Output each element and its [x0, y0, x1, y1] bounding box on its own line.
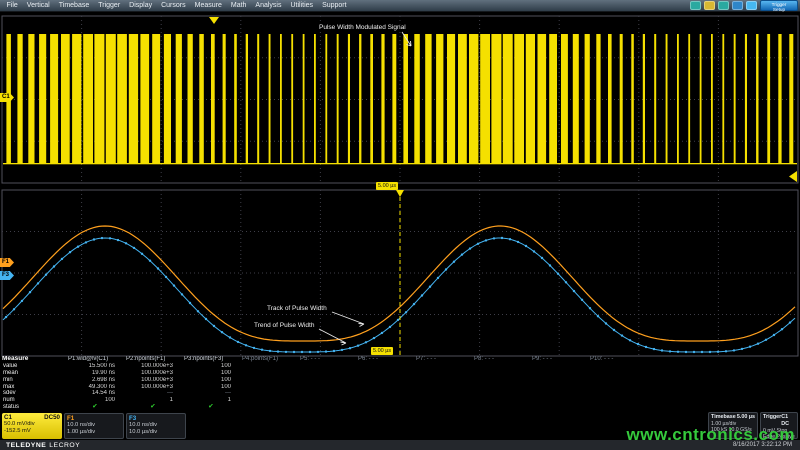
toolbar: Trigger Setup [690, 0, 798, 11]
menu-item-cursors[interactable]: Cursors [157, 0, 191, 12]
f3-trend-waveform [3, 238, 795, 352]
f3-vertical-scale: 10.0 ns/div [129, 422, 183, 429]
measure-table: MeasureP1:wid@lv(C1)P2:npoints(F1)P3:npo… [2, 356, 646, 411]
measure-cell-p3-value: 100 [182, 363, 240, 370]
menu-item-measure[interactable]: Measure [190, 0, 226, 12]
measure-col-header-p1[interactable]: P1:wid@lv(C1) [66, 356, 124, 363]
measure-cell-p1-num: 100 [66, 397, 124, 404]
menu-item-analysis[interactable]: Analysis [251, 0, 286, 12]
c1-volts-per-div: 50.0 mV/div [4, 421, 60, 428]
toolbar-icon-1[interactable] [690, 1, 701, 10]
measure-cell-p3-sdev: --- [182, 390, 240, 397]
measure-row-label-min: min [2, 377, 66, 384]
measure-cell-p3-status: ✔ [182, 404, 240, 411]
menu-bar: FileVerticalTimebaseTriggerDisplayCursor… [0, 0, 800, 12]
f3-trend-points [5, 237, 791, 353]
measure-col-header-p8[interactable]: P8: - - - [472, 356, 530, 363]
trigger-setup-button[interactable]: Trigger Setup [760, 0, 798, 11]
menu-item-display[interactable]: Display [125, 0, 157, 12]
measure-cell-p3-max: 100 [182, 384, 240, 391]
toolbar-icon-4[interactable] [732, 1, 743, 10]
f1-horizontal-scale: 1.00 µs/div [67, 429, 121, 436]
menu-item-utilities[interactable]: Utilities [286, 0, 318, 12]
trigger-time-marker[interactable] [209, 17, 219, 24]
teledyne-lecroy-logo: TELEDYNELECROY [6, 442, 80, 449]
measure-col-header-p10[interactable]: P10: - - - [588, 356, 646, 363]
menu-item-timebase[interactable]: Timebase [54, 0, 93, 12]
measure-row-label-sdev: sdev [2, 390, 66, 397]
annotation-pwm-signal: Pulse Width Modulated Signal [318, 24, 407, 31]
measure-cell-p2-mean: 100.000e+3 [124, 370, 182, 377]
measure-cell-p1-min: 2.698 ns [66, 377, 124, 384]
logo-lecroy: LECROY [49, 442, 80, 449]
menu-bar-items: FileVerticalTimebaseTriggerDisplayCursor… [2, 0, 351, 12]
toolbar-icon-5[interactable] [746, 1, 757, 10]
cursor-flag-top[interactable]: 5.00 µs [376, 182, 398, 190]
measure-col-header-p3[interactable]: P3:npoints(F3) [182, 356, 240, 363]
c1-descriptor-box[interactable]: C1 DC50 50.0 mV/div -152.5 mV [2, 413, 62, 439]
measure-title: Measure [2, 356, 66, 363]
menu-item-math[interactable]: Math [226, 0, 251, 12]
measure-col-header-p4[interactable]: P4:points(F1) [240, 356, 298, 363]
measure-cell-p2-status: ✔ [124, 404, 182, 411]
measure-cell-p2-value: 100.000e+3 [124, 363, 182, 370]
timebase-title: Timebase [711, 414, 736, 421]
annotation-trend: Trend of Pulse Width [253, 322, 315, 329]
measure-row-label-status: status [2, 404, 66, 411]
measure-cell-p3-num: 1 [182, 397, 240, 404]
measure-cell-p3-mean: 100 [182, 370, 240, 377]
f1-track-waveform [3, 226, 795, 341]
c1-descriptor-label: C1 [4, 414, 12, 421]
measure-col-header-p5[interactable]: P5: - - - [298, 356, 356, 363]
measure-cell-p2-num: 1 [124, 397, 182, 404]
measure-cell-p3-min: 100 [182, 377, 240, 384]
f1-descriptor-box[interactable]: F1 10.0 ns/div 1.00 µs/div [64, 413, 124, 439]
measure-cell-p1-sdev: 14.54 ns [66, 390, 124, 397]
measure-col-header-p2[interactable]: P2:npoints(F1) [124, 356, 182, 363]
f3-descriptor-label: F3 [129, 415, 136, 422]
annotation-track: Track of Pulse Width [266, 305, 328, 312]
measure-cell-p2-min: 100.000e+3 [124, 377, 182, 384]
measure-cell-p2-sdev: --- [124, 390, 182, 397]
measure-cell-p2-max: 100.000e+3 [124, 384, 182, 391]
menu-item-support[interactable]: Support [318, 0, 352, 12]
timebase-delay: 5.00 µs [737, 414, 755, 421]
f3-descriptor-box[interactable]: F3 10.0 ns/div 10.0 µs/div [126, 413, 186, 439]
logo-teledyne: TELEDYNE [6, 442, 46, 449]
measure-cell-p1-max: 49.300 ns [66, 384, 124, 391]
watermark: www.cntronics.com [627, 425, 795, 445]
f1-vertical-scale: 10.0 ns/div [67, 422, 121, 429]
measure-cell-p1-mean: 19.90 ns [66, 370, 124, 377]
trigger-setup-label-line2: Setup [761, 7, 797, 12]
cursor-flag-bottom[interactable]: 5.00 µs [371, 347, 393, 355]
measure-row-label-mean: mean [2, 370, 66, 377]
measure-row-label-max: max [2, 384, 66, 391]
menu-item-file[interactable]: File [2, 0, 22, 12]
menu-item-vertical[interactable]: Vertical [22, 0, 54, 12]
toolbar-icon-2[interactable] [704, 1, 715, 10]
measure-row-label-num: num [2, 397, 66, 404]
c1-coupling: DC50 [44, 414, 60, 421]
measure-row-label-value: value [2, 363, 66, 370]
measure-col-header-p9[interactable]: P9: - - - [530, 356, 588, 363]
measure-cell-p1-value: 15.500 ns [66, 363, 124, 370]
measure-col-header-p6[interactable]: P6: - - - [356, 356, 414, 363]
measure-col-header-p7[interactable]: P7: - - - [414, 356, 472, 363]
c1-offset: -152.5 mV [4, 428, 60, 435]
f3-horizontal-scale: 10.0 µs/div [129, 429, 183, 436]
trigger-level-marker[interactable] [789, 171, 797, 182]
measure-cell-p1-status: ✔ [66, 404, 124, 411]
menu-item-trigger[interactable]: Trigger [94, 0, 125, 12]
toolbar-icon-3[interactable] [718, 1, 729, 10]
f1-descriptor-label: F1 [67, 415, 74, 422]
